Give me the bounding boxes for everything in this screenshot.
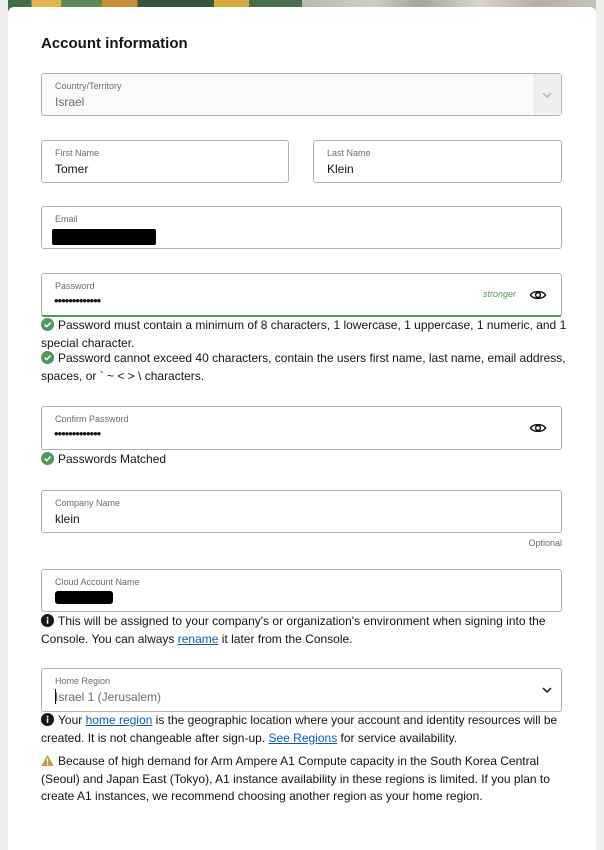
eye-icon[interactable] bbox=[529, 419, 547, 437]
info-circle-icon bbox=[41, 614, 54, 627]
password-value: ••••••••••••• bbox=[54, 293, 101, 308]
a1-capacity-warning-text: Because of high demand for Arm Ampere A1… bbox=[41, 754, 550, 803]
home-region-label: Home Region bbox=[55, 676, 111, 686]
confirm-password-field[interactable]: Confirm Password ••••••••••••• bbox=[41, 406, 562, 450]
rename-link[interactable]: rename bbox=[178, 632, 219, 646]
last-name-field[interactable]: Last Name Klein bbox=[313, 140, 562, 183]
check-circle-icon bbox=[41, 351, 54, 364]
password-rule-length-text: Password must contain a minimum of 8 cha… bbox=[41, 318, 567, 350]
company-name-value: klein bbox=[55, 512, 80, 526]
signup-card: Account information Country/Territory Is… bbox=[8, 7, 596, 850]
cloud-account-info: This will be assigned to your company's … bbox=[41, 613, 567, 648]
home-region-info-suffix: for service availability. bbox=[337, 730, 458, 745]
home-region-placeholder: Israel 1 (Jerusalem) bbox=[55, 690, 162, 704]
first-name-value: Tomer bbox=[55, 162, 89, 176]
eye-icon[interactable] bbox=[529, 286, 547, 304]
email-label: Email bbox=[55, 214, 78, 224]
password-strength-indicator: stronger bbox=[482, 289, 516, 299]
company-optional-hint: Optional bbox=[528, 538, 562, 548]
check-circle-icon bbox=[41, 318, 54, 331]
info-circle-icon bbox=[41, 713, 54, 726]
passwords-matched-text: Passwords Matched bbox=[58, 452, 167, 466]
home-region-info-prefix: Your bbox=[58, 713, 86, 727]
a1-capacity-warning: Because of high demand for Arm Ampere A1… bbox=[41, 753, 567, 806]
email-redaction bbox=[52, 229, 156, 245]
chevron-down-icon[interactable] bbox=[541, 684, 553, 696]
check-circle-icon bbox=[41, 452, 54, 465]
company-name-label: Company Name bbox=[55, 498, 121, 508]
home-region-link[interactable]: home region bbox=[86, 713, 153, 727]
country-select[interactable]: Country/Territory Israel bbox=[41, 73, 562, 116]
see-regions-link[interactable]: See Regions bbox=[268, 731, 337, 745]
last-name-label: Last Name bbox=[327, 148, 371, 158]
country-dropdown-area[interactable] bbox=[534, 74, 561, 115]
password-rule-content-text: Password cannot exceed 40 characters, co… bbox=[41, 351, 566, 383]
page-title: Account information bbox=[41, 35, 188, 52]
last-name-value: Klein bbox=[327, 162, 354, 176]
cloud-account-name-label: Cloud Account Name bbox=[55, 577, 140, 587]
home-region-select[interactable]: Home Region Israel 1 (Jerusalem) bbox=[41, 668, 562, 712]
email-field[interactable]: Email bbox=[41, 206, 562, 249]
country-value: Israel bbox=[55, 95, 85, 109]
country-label: Country/Territory bbox=[55, 81, 122, 91]
password-rule-content: Password cannot exceed 40 characters, co… bbox=[41, 350, 567, 385]
confirm-password-label: Confirm Password bbox=[55, 414, 129, 424]
chevron-down-icon bbox=[542, 92, 552, 98]
password-field[interactable]: Password ••••••••••••• stronger bbox=[41, 273, 562, 317]
home-region-info: Your home region is the geographic locat… bbox=[41, 712, 567, 747]
password-label: Password bbox=[55, 281, 95, 291]
passwords-matched-message: Passwords Matched bbox=[41, 451, 567, 469]
warning-triangle-icon bbox=[41, 754, 54, 766]
password-rule-length: Password must contain a minimum of 8 cha… bbox=[41, 317, 567, 352]
cloud-account-info-suffix: it later from the Console. bbox=[218, 631, 353, 646]
cloud-account-name-field[interactable]: Cloud Account Name bbox=[41, 569, 562, 612]
first-name-field[interactable]: First Name Tomer bbox=[41, 140, 289, 183]
first-name-label: First Name bbox=[55, 148, 100, 158]
cloud-account-redaction bbox=[55, 591, 113, 604]
company-name-field[interactable]: Company Name klein bbox=[41, 490, 562, 533]
confirm-password-value: ••••••••••••• bbox=[54, 426, 101, 441]
